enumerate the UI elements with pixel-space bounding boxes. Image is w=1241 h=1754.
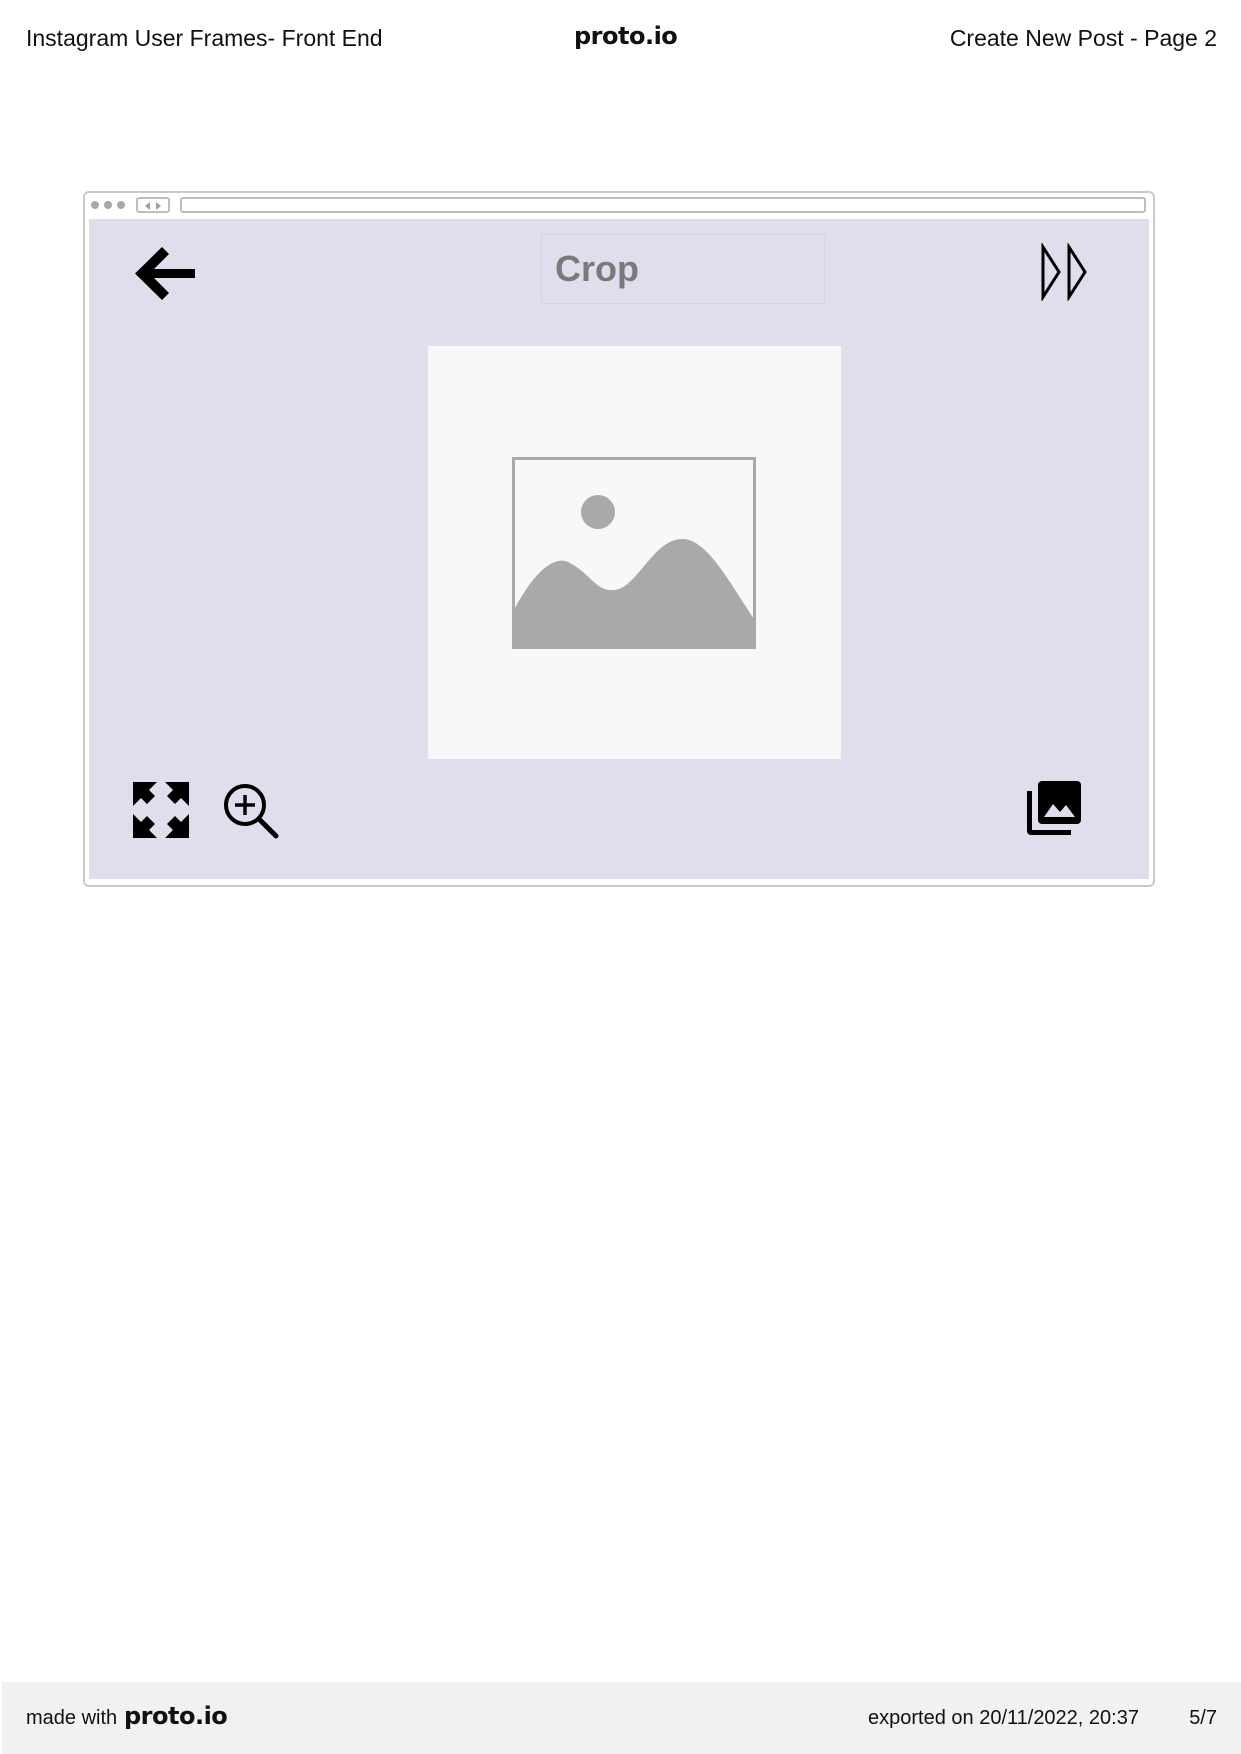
back-button[interactable] (132, 241, 198, 307)
page-footer: made with proto.io exported on 20/11/202… (2, 1682, 1241, 1754)
window-dot-icon (104, 201, 112, 209)
proto-io-logo: proto.io (574, 22, 678, 50)
expand-arrows-icon (133, 782, 189, 838)
footer-proto-io-logo: proto.io (124, 1702, 228, 1730)
double-triangle-right-icon (1041, 241, 1087, 303)
photo-library-icon (1027, 781, 1081, 835)
address-bar[interactable] (180, 197, 1146, 213)
title-box: Crop (541, 234, 825, 304)
project-title: Instagram User Frames- Front End (26, 25, 383, 51)
screen-title: Create New Post - Page 2 (949, 25, 1217, 51)
crop-image-area[interactable] (428, 346, 841, 759)
window-dot-icon (91, 201, 99, 209)
crop-title: Crop (555, 248, 639, 289)
zoom-in-icon (224, 784, 279, 839)
made-with-label: made with (26, 1707, 118, 1729)
crop-screen: Crop (89, 219, 1149, 879)
browser-toolbar (85, 193, 1153, 220)
image-placeholder-icon (512, 457, 756, 649)
browser-forward-icon[interactable] (156, 202, 161, 210)
export-timestamp: exported on 20/11/2022, 20:37 (868, 1707, 1139, 1729)
browser-frame: Crop (83, 191, 1155, 887)
window-dot-icon (117, 201, 125, 209)
expand-button[interactable] (133, 782, 189, 838)
page-header: Instagram User Frames- Front End proto.i… (0, 0, 1241, 76)
zoom-button[interactable] (222, 782, 280, 840)
next-button[interactable] (1039, 241, 1089, 303)
gallery-button[interactable] (1026, 780, 1082, 836)
browser-back-icon[interactable] (145, 202, 150, 210)
arrow-left-icon (135, 247, 195, 300)
browser-nav-arrows[interactable] (136, 197, 170, 213)
page-number: 5/7 (1189, 1707, 1217, 1729)
